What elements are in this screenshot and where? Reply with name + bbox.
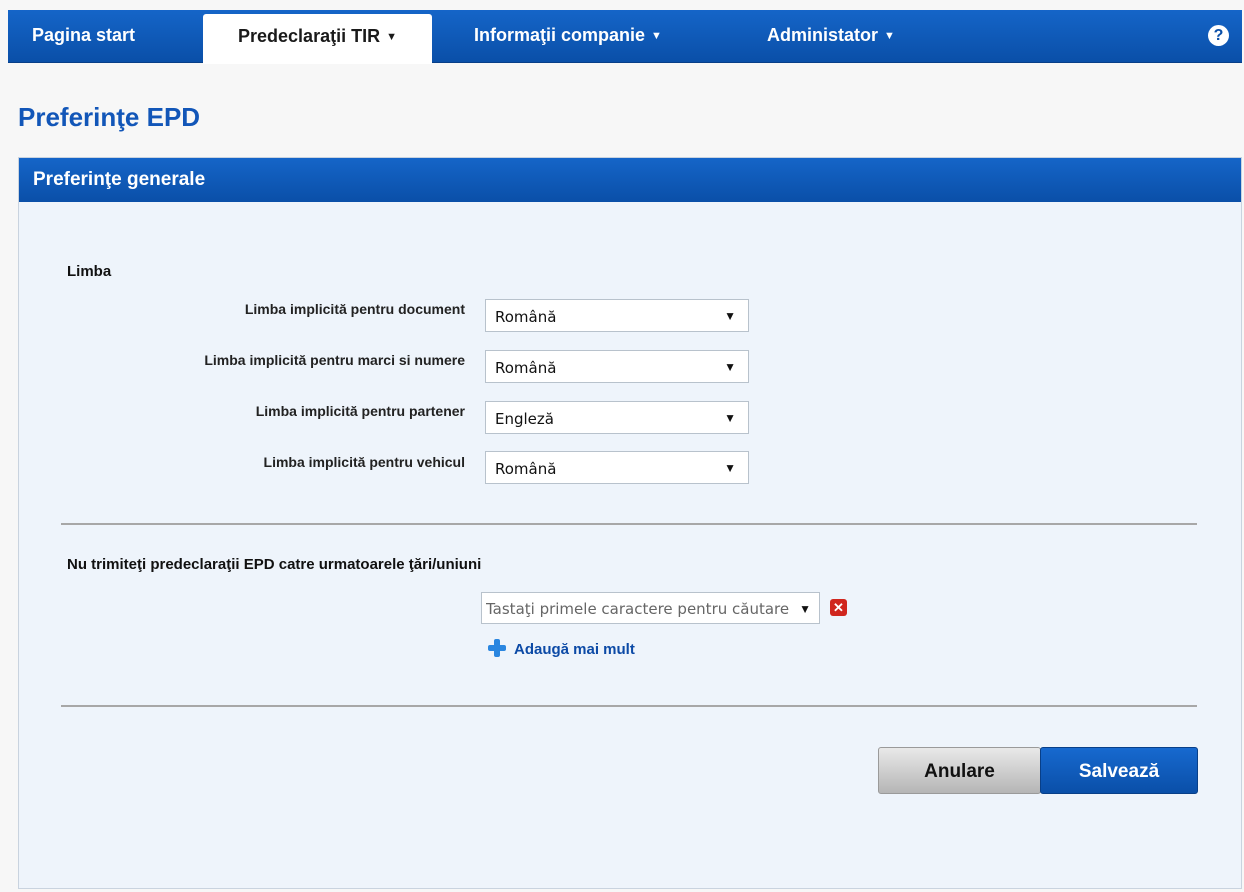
nav-item-tir-predeclarations[interactable]: Predeclaraţii TIR ▼	[203, 14, 432, 64]
dropdown-arrow-icon: ▼	[724, 461, 736, 475]
section-divider	[61, 705, 1197, 707]
caret-down-icon: ▼	[884, 30, 895, 42]
dropdown-arrow-icon: ▼	[724, 309, 736, 323]
combobox-placeholder: Tastaţi primele caractere pentru căutare	[486, 600, 790, 618]
nav-item-label: Pagina start	[32, 25, 136, 45]
dropdown-arrow-icon: ▼	[724, 360, 736, 374]
select-value: Română	[495, 308, 557, 326]
plus-icon	[488, 639, 506, 657]
remove-icon[interactable]: ✕	[830, 599, 847, 616]
marks-numbers-language-label: Limba implicită pentru marci si numere	[204, 352, 465, 368]
section-divider	[61, 523, 1197, 525]
cancel-button[interactable]: Anulare	[878, 747, 1041, 794]
dropdown-arrow-icon[interactable]: ▼	[799, 602, 811, 616]
nav-item-home[interactable]: Pagina start	[32, 10, 135, 62]
caret-down-icon: ▼	[386, 31, 397, 43]
top-navigation-bar: Pagina start Predeclaraţii TIR ▼ Informaţ…	[8, 10, 1242, 64]
select-value: Română	[495, 460, 557, 478]
vehicle-language-label: Limba implicită pentru vehicul	[263, 454, 465, 470]
nav-item-label: Informaţii companie	[474, 25, 646, 45]
excluded-countries-heading: Nu trimiteţi predeclaraţii EPD catre urm…	[67, 556, 482, 573]
nav-item-administrator[interactable]: Administator ▼	[767, 10, 895, 62]
nav-item-label: Predeclaraţii TIR	[238, 26, 381, 46]
panel-header: Preferinţe generale	[19, 158, 1241, 202]
dropdown-arrow-icon: ▼	[724, 411, 736, 425]
page-title: Preferinţe EPD	[18, 102, 201, 132]
nav-item-company-info[interactable]: Informaţii companie ▼	[474, 10, 662, 62]
country-search-combobox[interactable]: Tastaţi primele caractere pentru căutare…	[481, 592, 820, 624]
marks-numbers-language-select[interactable]: Română ▼	[485, 350, 749, 383]
caret-down-icon: ▼	[651, 30, 662, 42]
partner-language-select[interactable]: Engleză ▼	[485, 401, 749, 434]
partner-language-label: Limba implicită pentru partener	[255, 403, 465, 419]
help-icon[interactable]: ?	[1208, 25, 1229, 46]
select-value: Română	[495, 359, 557, 377]
vehicle-language-select[interactable]: Română ▼	[485, 451, 749, 484]
language-section-heading: Limba	[67, 263, 112, 280]
save-button[interactable]: Salvează	[1040, 747, 1198, 794]
select-value: Engleză	[495, 410, 554, 428]
add-more-link[interactable]: Adaugă mai mult	[488, 639, 635, 658]
nav-item-label: Administator	[767, 25, 879, 45]
general-preferences-panel: Preferinţe generale Limba Limba implicit…	[18, 157, 1242, 889]
add-more-label: Adaugă mai mult	[514, 641, 635, 658]
document-language-label: Limba implicită pentru document	[244, 301, 465, 317]
document-language-select[interactable]: Română ▼	[485, 299, 749, 332]
